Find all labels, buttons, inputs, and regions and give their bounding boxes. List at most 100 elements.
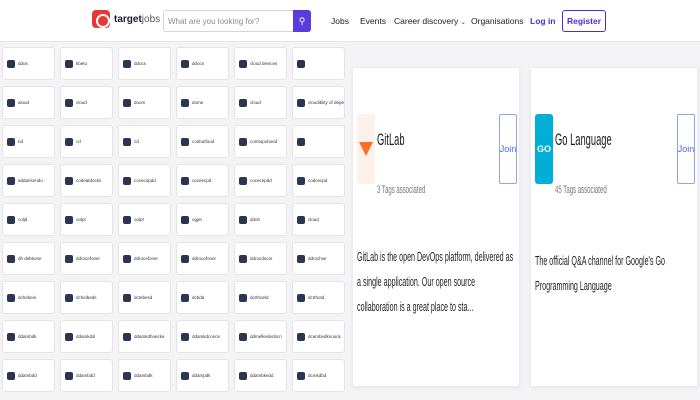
tag-icon: [7, 293, 15, 302]
tag-chip[interactable]: ddambdd: [2, 359, 55, 392]
tag-chip[interactable]: ddoh: [234, 203, 287, 236]
tag-chip[interactable]: dcbda: [176, 281, 229, 314]
logo-text-rest: jobs: [141, 13, 161, 25]
tag-chip[interactable]: dcambedknoock: [292, 320, 345, 353]
tag-chip[interactable]: dome: [176, 86, 229, 119]
login-link[interactable]: Log in: [530, 16, 556, 26]
tag-chip[interactable]: ddrochse: [292, 242, 345, 275]
tag-chip[interactable]: codeatdocks: [60, 164, 113, 197]
tag-chip[interactable]: cloudiblity of depended: [292, 86, 345, 119]
tag-chip[interactable]: dchebeis: [2, 281, 55, 314]
search-button[interactable]: ⚲: [293, 10, 311, 32]
tag-label: kbetu: [76, 61, 88, 66]
tag-chip[interactable]: ddambkedd: [234, 359, 287, 392]
tag-chip[interactable]: ddampdk: [176, 359, 229, 392]
tag-icon: [297, 293, 305, 302]
tag-label: ddamkdsl: [76, 334, 96, 339]
tag-label: cd: [134, 139, 139, 144]
tag-icon: [65, 176, 73, 185]
tag-label: oolpt: [134, 217, 144, 222]
card-title[interactable]: Go Language: [555, 130, 612, 150]
card-tags-count: 3 Tags associated: [377, 184, 426, 196]
tag-label: cloud: [308, 217, 319, 222]
tag-label: ddrocefoner: [76, 256, 101, 261]
tag-chip[interactable]: dcheibeds: [60, 281, 113, 314]
tag-label: ddambdd: [76, 373, 95, 378]
tag-icon: [123, 137, 131, 146]
tag-chip[interactable]: ddocs: [176, 47, 229, 80]
logo-text-bold: target: [114, 13, 142, 25]
tag-chip[interactable]: dcmkdbd: [292, 359, 345, 392]
tag-chip[interactable]: conbutfood: [176, 125, 229, 158]
tag-chip[interactable]: oolpt: [60, 203, 113, 236]
register-button[interactable]: Register: [562, 10, 606, 32]
tag-icon: [65, 98, 73, 107]
join-button[interactable]: Join: [499, 114, 517, 184]
tag-chip[interactable]: cd: [60, 125, 113, 158]
search-input[interactable]: [168, 14, 292, 29]
tag-chip[interactable]: ddamkdsl: [60, 320, 113, 353]
tag-chip[interactable]: ddambdk: [118, 359, 171, 392]
tag-chip[interactable]: coljd: [2, 203, 55, 236]
tag-chip[interactable]: ogjet: [176, 203, 229, 236]
tag-chip[interactable]: ddrocefoner: [60, 242, 113, 275]
tag-chip[interactable]: codcecpd: [292, 164, 345, 197]
nav-events[interactable]: Events: [360, 16, 386, 26]
tag-chip[interactable]: dh debtione: [2, 242, 55, 275]
tag-chip[interactable]: kbetu: [60, 47, 113, 80]
tag-label: ddambdd: [18, 373, 37, 378]
tag-chip[interactable]: ddamkdconce: [176, 320, 229, 353]
nav-jobs[interactable]: Jobs: [331, 16, 349, 26]
tag-label: ddamkdhoecke: [134, 334, 165, 339]
tag-chip[interactable]: nd: [2, 125, 55, 158]
tag-label: ddampdk: [192, 373, 211, 378]
tag-chip[interactable]: ddrocefoner: [176, 242, 229, 275]
tag-chip[interactable]: cocecepdd: [234, 164, 287, 197]
tag-chip[interactable]: comtupohoed: [234, 125, 287, 158]
tag-chip[interactable]: ddocs: [118, 47, 171, 80]
tag-icon: [65, 137, 73, 146]
tag-icon: [7, 59, 15, 68]
tag-icon: [239, 254, 247, 263]
nav-career-discovery[interactable]: Career discovery ⌄: [394, 16, 466, 26]
tag-chip[interactable]: ddambdd: [60, 359, 113, 392]
tag-chip[interactable]: ddrocefoner: [118, 242, 171, 275]
tag-chip[interactable]: doom: [118, 86, 171, 119]
tag-chip[interactable]: cloud: [234, 86, 287, 119]
tag-label: dchebeis: [18, 295, 37, 300]
tag-chip[interactable]: ddmelkedenbcn: [234, 320, 287, 353]
gitlab-logo-icon: [357, 114, 375, 184]
tag-chip[interactable]: dcrthoeld: [234, 281, 287, 314]
tag-chip[interactable]: cocecopdd: [118, 164, 171, 197]
tag-icon: [239, 176, 247, 185]
tag-label: cloud: [250, 100, 261, 105]
tag-chip[interactable]: aloud: [2, 86, 55, 119]
tag-chip[interactable]: cd: [118, 125, 171, 158]
tag-chip[interactable]: ddrocdocer: [234, 242, 287, 275]
tag-icon: [181, 332, 189, 341]
tag-chip[interactable]: dcrthotd: [292, 281, 345, 314]
nav-organisations[interactable]: Organisations: [471, 16, 523, 26]
tag-chip[interactable]: ddamkdhoecke: [118, 320, 171, 353]
tag-chip[interactable]: [292, 125, 345, 158]
tag-chip[interactable]: cloud devices: [234, 47, 287, 80]
tag-chip[interactable]: ddambdk: [2, 320, 55, 353]
tag-grid: ddos kbetu ddocs ddocs cloud devices aloud clo…: [0, 45, 350, 400]
tag-chip[interactable]: coceecpd: [176, 164, 229, 197]
tag-icon: [181, 215, 189, 224]
tag-label: ddos: [18, 61, 28, 66]
card-title[interactable]: GitLab: [377, 130, 405, 150]
tag-chip[interactable]: cloud: [292, 203, 345, 236]
tag-chip[interactable]: oolpt: [118, 203, 171, 236]
tag-icon: [123, 293, 131, 302]
community-card-go-language[interactable]: GO Go Language 45 Tags associated Join T…: [530, 67, 698, 387]
tag-chip[interactable]: addanlomdo: [2, 164, 55, 197]
tag-chip[interactable]: dctebesd: [118, 281, 171, 314]
join-button[interactable]: Join: [677, 114, 695, 184]
tag-chip[interactable]: [292, 47, 345, 80]
community-card-gitlab[interactable]: GitLab 3 Tags associated Join GitLab is …: [352, 67, 520, 387]
tag-chip[interactable]: cloud: [60, 86, 113, 119]
site-logo[interactable]: targetjobs: [92, 10, 160, 28]
tag-chip[interactable]: ddos: [2, 47, 55, 80]
target-jobs-logo-icon: [92, 10, 110, 28]
